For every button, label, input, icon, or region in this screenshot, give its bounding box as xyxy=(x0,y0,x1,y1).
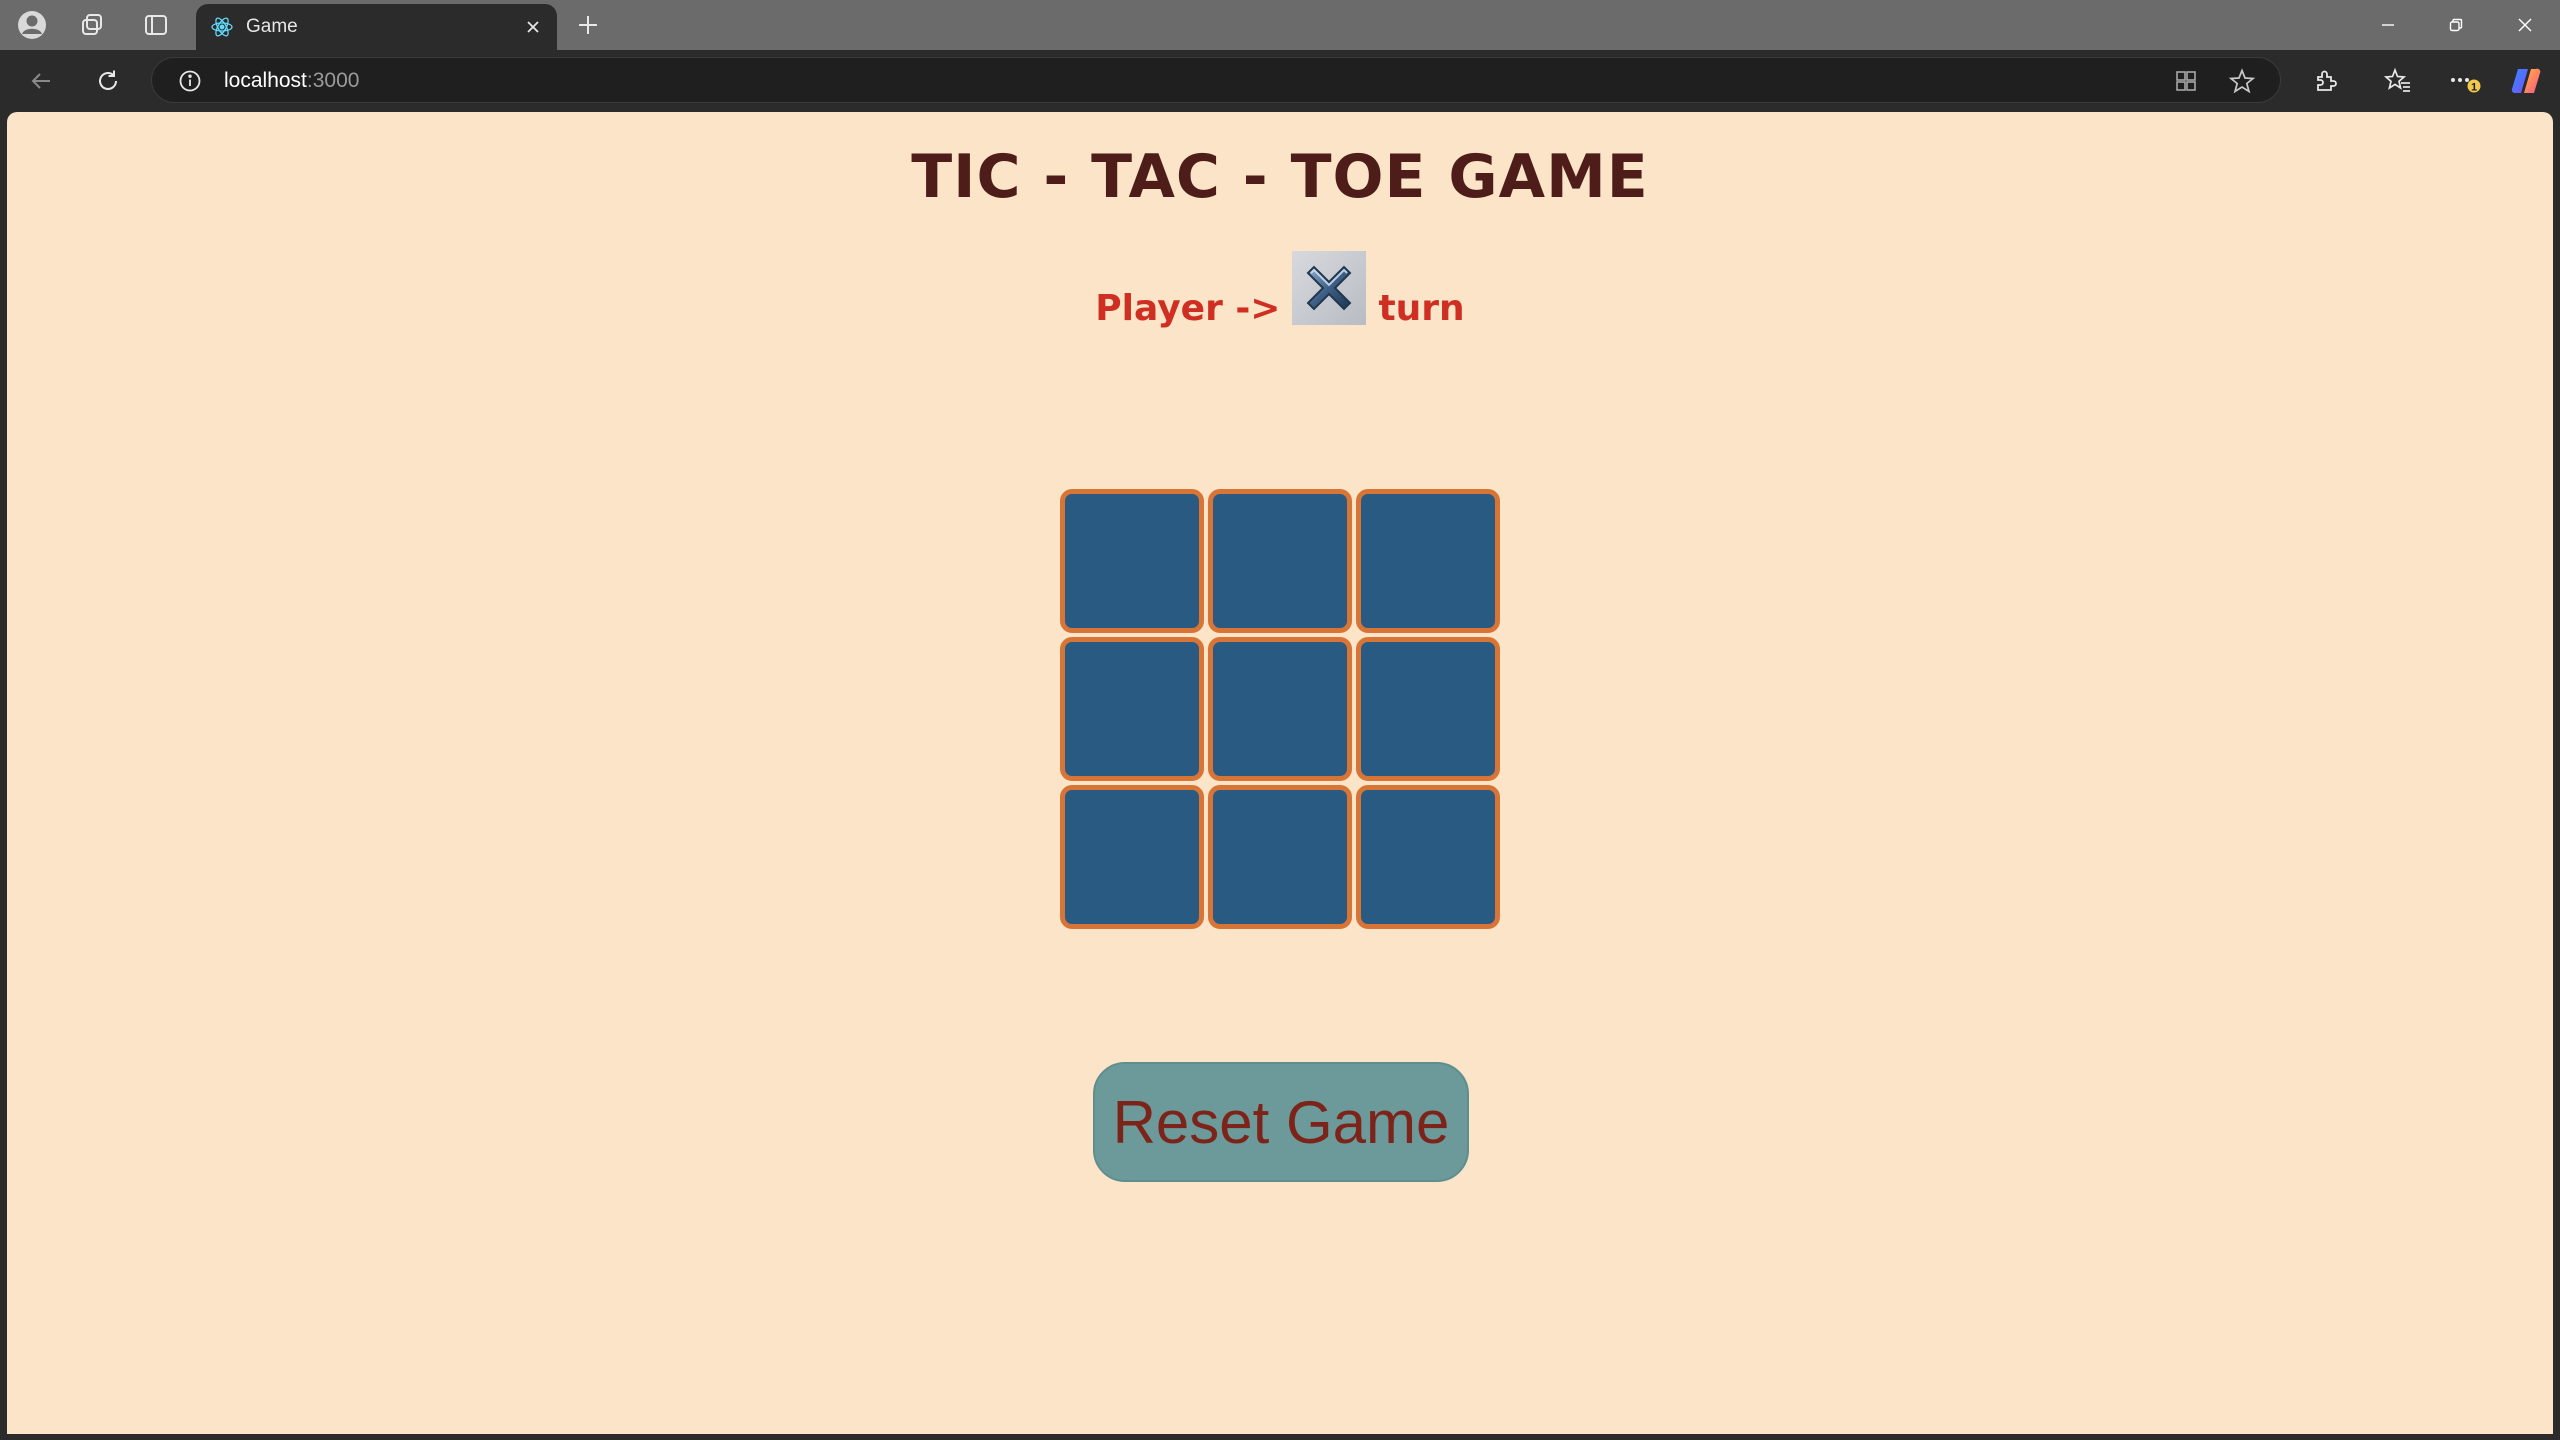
notification-badge: 1 xyxy=(2471,82,2477,94)
apps-icon[interactable] xyxy=(2172,67,2200,95)
close-icon[interactable] xyxy=(521,15,545,39)
info-icon[interactable] xyxy=(177,68,203,94)
turn-suffix: turn xyxy=(1378,287,1465,329)
board-cell-9[interactable] xyxy=(1356,785,1500,929)
game-board xyxy=(1060,489,1508,937)
board-cell-4[interactable] xyxy=(1060,637,1204,781)
board-cell-6[interactable] xyxy=(1356,637,1500,781)
copilot-icon[interactable] xyxy=(2509,64,2543,98)
plus-icon[interactable] xyxy=(572,9,604,41)
extensions-icon[interactable] xyxy=(2308,64,2342,98)
vertical-tabs-icon[interactable] xyxy=(140,9,172,41)
board-cell-3[interactable] xyxy=(1356,489,1500,633)
url-text[interactable]: localhost:3000 xyxy=(224,69,359,93)
board-cell-7[interactable] xyxy=(1060,785,1204,929)
workspaces-icon[interactable] xyxy=(76,9,108,41)
reset-game-button[interactable]: Reset Game xyxy=(1093,1062,1469,1182)
page-viewport: TIC - TAC - TOE GAME Player -> turn Rese… xyxy=(7,112,2553,1434)
turn-indicator: Player -> turn xyxy=(7,251,2553,342)
address-bar[interactable]: localhost:3000 xyxy=(151,57,2281,103)
turn-prefix: Player -> xyxy=(1095,287,1281,329)
board-cell-5[interactable] xyxy=(1208,637,1352,781)
active-tab[interactable]: Game xyxy=(196,4,557,50)
board-cell-2[interactable] xyxy=(1208,489,1352,633)
profile-icon[interactable] xyxy=(16,9,48,41)
restore-icon[interactable] xyxy=(2421,0,2491,50)
refresh-icon[interactable] xyxy=(91,64,125,98)
minimize-icon[interactable] xyxy=(2353,0,2423,50)
address-toolbar: localhost:3000 1 xyxy=(0,50,2560,112)
react-icon xyxy=(210,15,234,39)
window-bottom-edge xyxy=(0,1434,2560,1440)
star-icon[interactable] xyxy=(2228,67,2256,95)
board-cell-8[interactable] xyxy=(1208,785,1352,929)
tab-title: Game xyxy=(246,16,298,37)
board-cell-1[interactable] xyxy=(1060,489,1204,633)
page-title: TIC - TAC - TOE GAME xyxy=(911,142,1649,212)
browser-tab-bar: Game xyxy=(0,0,2560,50)
back-arrow-icon[interactable] xyxy=(24,64,58,98)
favorites-icon[interactable] xyxy=(2381,64,2415,98)
x-player-icon xyxy=(1292,251,1367,325)
window-close-icon[interactable] xyxy=(2490,0,2560,50)
more-icon[interactable]: 1 xyxy=(2447,64,2481,98)
